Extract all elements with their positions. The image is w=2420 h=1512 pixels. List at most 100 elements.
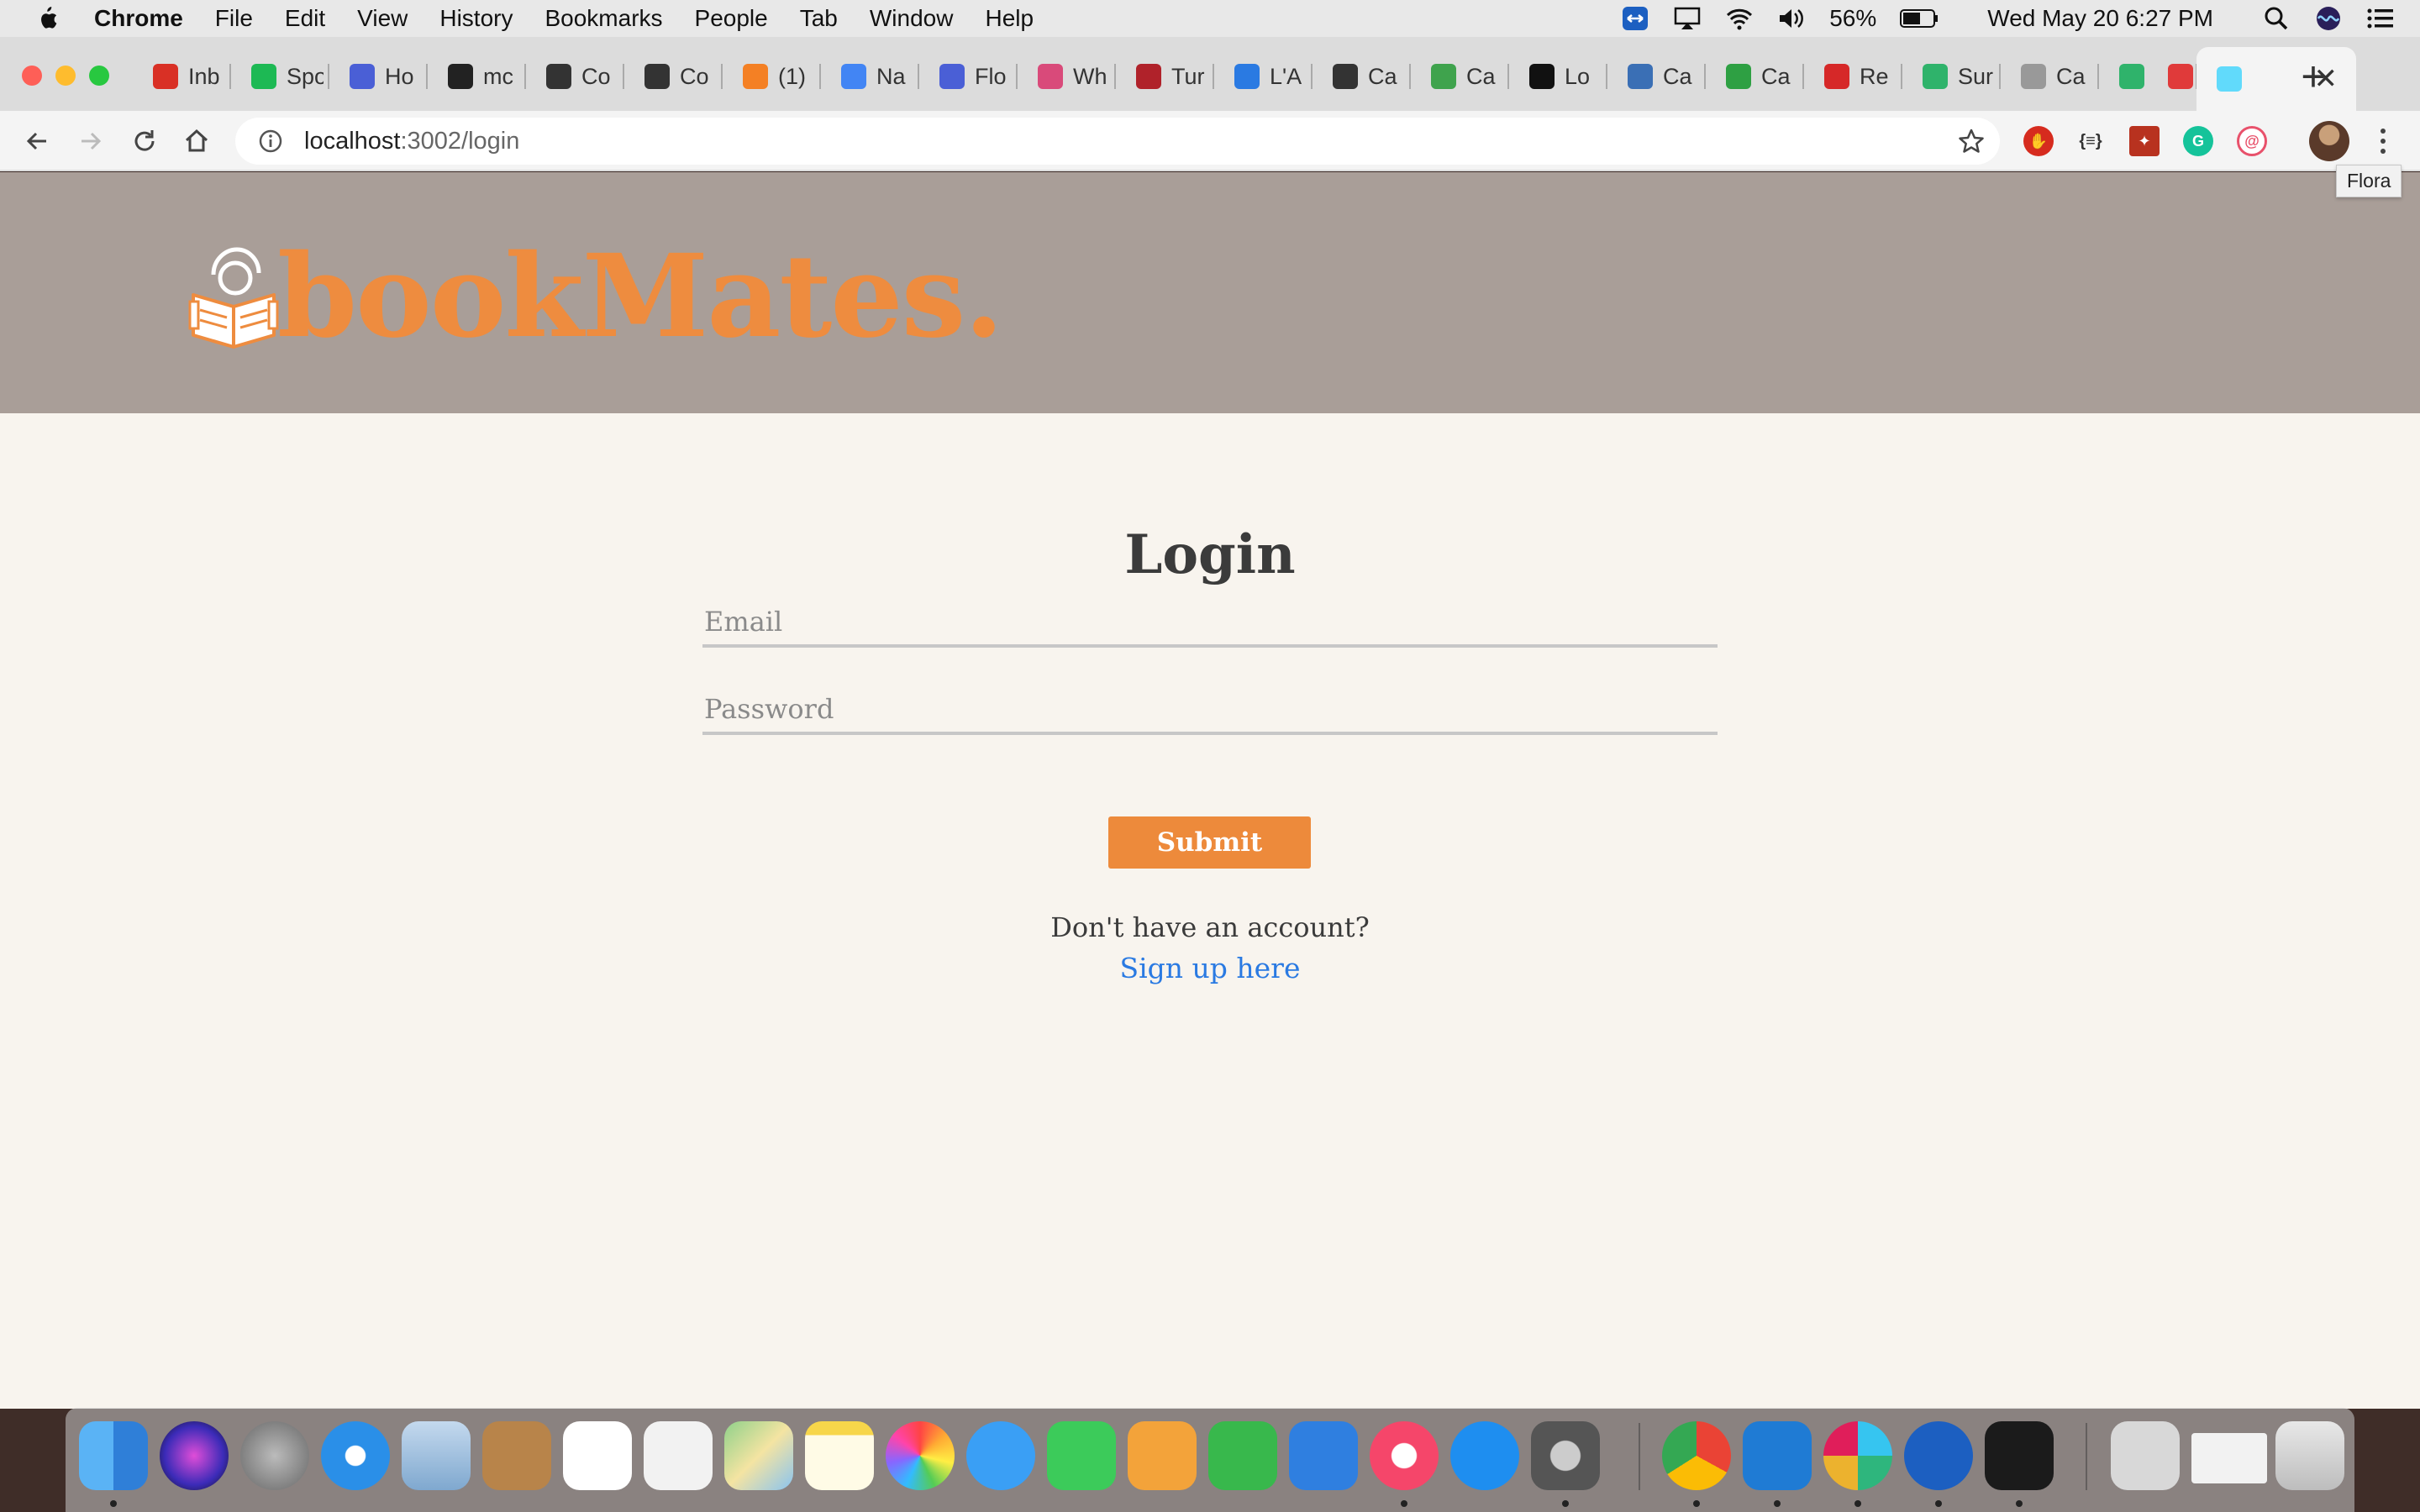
grammarly-extension-icon[interactable]: G xyxy=(2183,126,2213,156)
volume-icon[interactable] xyxy=(1777,6,1806,31)
system-preferences-icon[interactable] xyxy=(1531,1421,1600,1490)
adblock-extension-icon[interactable]: ✋ xyxy=(2023,126,2054,156)
tab-item[interactable]: (1) xyxy=(723,52,821,101)
browser-tab-strip: Inb Spo Ho mc Co Co (1) Na Flo Wh Tur L'A Ca Ca Lo Ca Ca… xyxy=(0,37,2420,111)
photos-icon[interactable] xyxy=(886,1421,955,1490)
menu-file[interactable]: File xyxy=(215,5,253,32)
messages-icon[interactable] xyxy=(966,1421,1035,1490)
itunes-icon[interactable] xyxy=(1370,1421,1439,1490)
macos-menu-bar: Chrome File Edit View History Bookmarks … xyxy=(0,0,2420,37)
minimized-window-icon[interactable] xyxy=(2191,1433,2267,1483)
menu-window[interactable]: Window xyxy=(870,5,954,32)
app-store-icon[interactable] xyxy=(1450,1421,1519,1490)
window-zoom-button[interactable] xyxy=(89,66,109,86)
tab-title: Flo xyxy=(975,63,1007,89)
wifi-icon[interactable] xyxy=(1725,6,1754,31)
facetime-icon[interactable] xyxy=(1047,1421,1116,1490)
magnet-icon xyxy=(1136,64,1161,89)
info-icon[interactable] xyxy=(259,129,282,153)
home-button[interactable] xyxy=(178,123,215,160)
signup-link[interactable]: Sign up here xyxy=(1120,952,1301,984)
tab-item[interactable]: Sur xyxy=(1902,52,2001,101)
tab-item[interactable]: Tur xyxy=(1116,52,1214,101)
tab-item[interactable]: Co xyxy=(526,52,624,101)
reload-button[interactable] xyxy=(126,123,163,160)
bookmates-logo[interactable]: bookMates. xyxy=(188,239,1004,354)
chrome-icon[interactable] xyxy=(1662,1421,1731,1490)
window-close-button[interactable] xyxy=(22,66,42,86)
tab-item[interactable]: Spo xyxy=(231,52,329,101)
docs-icon xyxy=(841,64,866,89)
slack-icon[interactable] xyxy=(1823,1421,1892,1490)
siri-dock-icon[interactable] xyxy=(160,1421,229,1490)
safari-icon[interactable] xyxy=(321,1421,390,1490)
teamviewer-icon[interactable] xyxy=(1904,1421,1973,1490)
trash-icon[interactable] xyxy=(2275,1421,2344,1490)
numbers-icon[interactable] xyxy=(1208,1421,1277,1490)
menu-tab[interactable]: Tab xyxy=(800,5,838,32)
teamviewer-status-icon[interactable] xyxy=(1621,6,1649,31)
tab-item[interactable]: Ca xyxy=(1607,52,1706,101)
airplay-icon[interactable] xyxy=(1673,6,1702,31)
keynote-icon[interactable] xyxy=(1289,1421,1358,1490)
tab-item[interactable]: Ca xyxy=(1411,52,1509,101)
terminal-icon[interactable] xyxy=(1985,1421,2054,1490)
tab-item[interactable]: Ca xyxy=(1313,52,1411,101)
menubar-clock[interactable]: Wed May 20 6:27 PM xyxy=(1987,5,2213,32)
tab-item[interactable]: L'A xyxy=(1214,52,1313,101)
bookmark-star-icon[interactable] xyxy=(1958,128,1985,155)
menu-help[interactable]: Help xyxy=(985,5,1034,32)
notification-center-icon[interactable] xyxy=(2366,6,2395,31)
apple-logo-icon[interactable] xyxy=(34,5,59,32)
menu-app-name[interactable]: Chrome xyxy=(94,5,183,32)
tab-item[interactable]: Ho xyxy=(329,52,428,101)
tab-item[interactable]: Na xyxy=(821,52,919,101)
menu-bookmarks[interactable]: Bookmarks xyxy=(544,5,662,32)
tab-item[interactable]: Lo xyxy=(1509,52,1607,101)
back-button[interactable] xyxy=(18,123,55,160)
tab-item[interactable]: Inb xyxy=(133,52,231,101)
tab-item[interactable]: Flo xyxy=(919,52,1018,101)
profile-avatar[interactable] xyxy=(2309,121,2349,161)
menu-history[interactable]: History xyxy=(439,5,513,32)
menu-view[interactable]: View xyxy=(357,5,408,32)
colorzilla-extension-icon[interactable]: ✦ xyxy=(2129,126,2160,156)
contacts-icon[interactable] xyxy=(482,1421,551,1490)
forward-button[interactable] xyxy=(72,123,109,160)
launchpad-icon[interactable] xyxy=(240,1421,309,1490)
spotlight-search-icon[interactable] xyxy=(2262,6,2291,31)
tab-item[interactable]: Co xyxy=(624,52,723,101)
tab-item[interactable]: Ca xyxy=(2001,52,2099,101)
tab-title: Inb xyxy=(188,63,220,89)
tab-item[interactable]: Re xyxy=(1804,52,1902,101)
finder-icon[interactable] xyxy=(79,1421,148,1490)
menu-edit[interactable]: Edit xyxy=(285,5,325,32)
address-bar[interactable]: localhost:3002/login xyxy=(235,118,2000,165)
tab-item[interactable]: Wh xyxy=(1018,52,1116,101)
dock-separator xyxy=(1639,1423,1640,1490)
downloads-stack-icon[interactable] xyxy=(2111,1421,2180,1490)
notes-icon[interactable] xyxy=(805,1421,874,1490)
calendar-icon[interactable] xyxy=(563,1421,632,1490)
pages-icon[interactable] xyxy=(1128,1421,1197,1490)
json-viewer-extension-icon[interactable]: {≡} xyxy=(2075,126,2106,156)
battery-icon[interactable] xyxy=(1900,8,1939,29)
vscode-icon[interactable] xyxy=(1743,1421,1812,1490)
p-icon xyxy=(1726,64,1751,89)
tab-item[interactable]: mc xyxy=(428,52,526,101)
siri-icon[interactable] xyxy=(2314,6,2343,31)
tab-title: Ca xyxy=(1761,63,1791,89)
tab-item[interactable]: Ca xyxy=(1706,52,1804,101)
more-menu-icon[interactable] xyxy=(2375,124,2391,158)
mail-icon[interactable] xyxy=(402,1421,471,1490)
password-field[interactable] xyxy=(702,686,1718,735)
maps-icon[interactable] xyxy=(724,1421,793,1490)
menu-people[interactable]: People xyxy=(695,5,768,32)
reminders-icon[interactable] xyxy=(644,1421,713,1490)
new-tab-plus-icon[interactable]: + xyxy=(2292,55,2334,97)
email-field[interactable] xyxy=(702,599,1718,648)
window-minimize-button[interactable] xyxy=(55,66,76,86)
spiral-extension-icon[interactable]: @ xyxy=(2237,126,2267,156)
submit-button[interactable]: Submit xyxy=(1108,816,1311,869)
record-icon xyxy=(2168,64,2193,89)
